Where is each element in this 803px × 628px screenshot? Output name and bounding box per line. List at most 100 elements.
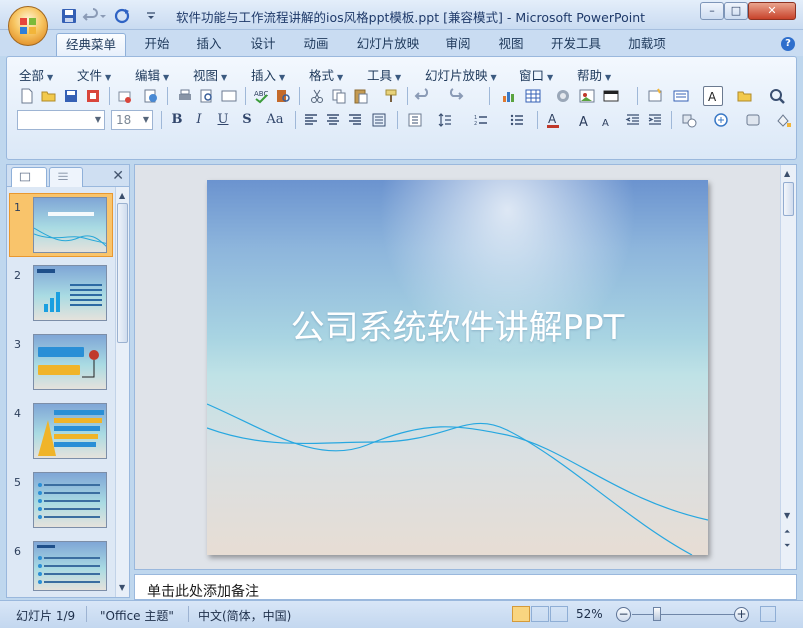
zoom-slider-thumb[interactable] bbox=[653, 607, 661, 621]
fit-to-window-icon[interactable] bbox=[760, 606, 776, 622]
menu-slide-show[interactable]: 幻灯片放映 ▼ bbox=[425, 65, 497, 84]
clip-art-icon[interactable] bbox=[553, 86, 573, 106]
font-name-combo[interactable]: ▼ bbox=[17, 110, 105, 130]
spelling-icon[interactable]: ABC bbox=[251, 86, 271, 106]
bullets-icon[interactable] bbox=[507, 110, 527, 130]
minimize-button[interactable]: – bbox=[700, 2, 724, 20]
menu-format[interactable]: 格式 ▼ bbox=[309, 65, 343, 84]
copy-icon[interactable] bbox=[329, 86, 349, 106]
research-icon[interactable] bbox=[273, 86, 293, 106]
format-painter-icon[interactable] bbox=[381, 86, 401, 106]
office-button[interactable] bbox=[8, 6, 48, 46]
scroll-up-icon[interactable]: ▲ bbox=[119, 191, 125, 200]
folder-open-icon[interactable] bbox=[735, 86, 755, 106]
shrink-font-icon[interactable]: A bbox=[597, 110, 617, 130]
text-direction-icon[interactable] bbox=[405, 110, 425, 130]
tab-add-ins[interactable]: 加载项 bbox=[620, 33, 674, 56]
new-document-icon[interactable] bbox=[17, 86, 37, 106]
text-box-icon[interactable]: A bbox=[703, 86, 723, 106]
justify-icon[interactable] bbox=[369, 110, 389, 130]
numbering-icon[interactable]: 12 bbox=[471, 110, 491, 130]
change-case-button[interactable]: Aa bbox=[261, 110, 289, 130]
menu-file[interactable]: 文件 ▼ bbox=[77, 65, 111, 84]
tab-outline[interactable] bbox=[49, 167, 83, 187]
zoom-slider[interactable] bbox=[632, 614, 738, 615]
help-icon[interactable]: ? bbox=[781, 37, 795, 51]
save-icon[interactable] bbox=[61, 86, 81, 106]
picture-icon[interactable] bbox=[577, 86, 597, 106]
scroll-down-icon[interactable]: ▼ bbox=[784, 511, 790, 520]
print-preview-icon[interactable] bbox=[197, 86, 217, 106]
grow-font-icon[interactable]: A bbox=[575, 110, 595, 130]
slide-thumbnail-4[interactable] bbox=[33, 403, 107, 459]
slide-design-icon[interactable] bbox=[601, 86, 621, 106]
slide-thumbnail-2[interactable] bbox=[33, 265, 107, 321]
maximize-button[interactable]: □ bbox=[724, 2, 748, 20]
tab-slides[interactable] bbox=[11, 167, 47, 187]
scrollbar-thumb[interactable] bbox=[117, 203, 128, 343]
shapes-icon[interactable] bbox=[679, 110, 699, 130]
scrollbar-thumb[interactable] bbox=[783, 182, 794, 216]
permission-icon[interactable] bbox=[83, 86, 103, 106]
tab-classic-menu[interactable]: 经典菜单 bbox=[56, 33, 126, 56]
slide-thumbnail-1[interactable] bbox=[33, 197, 107, 253]
tab-design[interactable]: 设计 bbox=[240, 33, 286, 56]
increase-indent-icon[interactable] bbox=[645, 110, 665, 130]
new-slide-icon[interactable] bbox=[645, 86, 665, 106]
normal-view-icon[interactable] bbox=[512, 606, 530, 622]
zoom-in-icon[interactable]: + bbox=[734, 607, 749, 622]
email-icon[interactable] bbox=[115, 86, 135, 106]
menu-all[interactable]: 全部 ▼ bbox=[19, 65, 53, 84]
slide-show-view-icon[interactable] bbox=[550, 606, 568, 622]
zoom-level[interactable]: 52% bbox=[576, 607, 603, 621]
paste-icon[interactable] bbox=[351, 86, 371, 106]
next-slide-icon[interactable]: ⏷ bbox=[784, 541, 790, 551]
slide-scrollbar[interactable]: ▲ ▼ ⏶ ⏷ bbox=[780, 165, 796, 569]
slide-thumbnail-3[interactable] bbox=[33, 334, 107, 390]
chart-icon[interactable] bbox=[499, 86, 519, 106]
notes-pane[interactable]: 单击此处添加备注 bbox=[134, 574, 797, 600]
tab-insert[interactable]: 插入 bbox=[188, 33, 230, 56]
italic-button[interactable]: I bbox=[189, 110, 209, 130]
scroll-down-icon[interactable]: ▼ bbox=[119, 583, 125, 592]
table-icon[interactable] bbox=[523, 86, 543, 106]
undo-icon[interactable] bbox=[413, 86, 433, 106]
find-icon[interactable] bbox=[767, 86, 787, 106]
font-size-combo[interactable]: 18 ▼ bbox=[111, 110, 153, 130]
customize-qat-icon[interactable] bbox=[145, 7, 157, 25]
slide-title[interactable]: 公司系统软件讲解PPT bbox=[207, 300, 708, 349]
underline-button[interactable]: U bbox=[213, 110, 233, 130]
save-icon[interactable] bbox=[60, 7, 78, 25]
menu-edit[interactable]: 编辑 ▼ bbox=[135, 65, 169, 84]
align-left-icon[interactable] bbox=[301, 110, 321, 130]
close-pane-icon[interactable]: ✕ bbox=[112, 168, 124, 184]
align-center-icon[interactable] bbox=[323, 110, 343, 130]
font-color-icon[interactable]: A bbox=[543, 110, 563, 130]
notes-placeholder[interactable]: 单击此处添加备注 bbox=[147, 581, 259, 601]
slide-sorter-view-icon[interactable] bbox=[531, 606, 549, 622]
current-slide[interactable]: 公司系统软件讲解PPT bbox=[207, 180, 708, 555]
undo-dropdown-icon[interactable] bbox=[98, 7, 108, 25]
menu-window[interactable]: 窗口 ▼ bbox=[519, 65, 553, 84]
tab-review[interactable]: 审阅 bbox=[436, 33, 480, 56]
publish-icon[interactable] bbox=[141, 86, 161, 106]
open-folder-icon[interactable] bbox=[39, 86, 59, 106]
layout-icon[interactable] bbox=[219, 86, 239, 106]
layout-slide-icon[interactable] bbox=[671, 86, 691, 106]
slide-thumbnail-6[interactable] bbox=[33, 541, 107, 591]
tab-developer[interactable]: 开发工具 bbox=[544, 33, 608, 56]
tab-view[interactable]: 视图 bbox=[490, 33, 532, 56]
slide-thumbnail-5[interactable] bbox=[33, 472, 107, 528]
cut-icon[interactable] bbox=[307, 86, 327, 106]
menu-tools[interactable]: 工具 ▼ bbox=[367, 65, 401, 84]
redo-icon[interactable] bbox=[113, 7, 131, 25]
tab-home[interactable]: 开始 bbox=[136, 33, 178, 56]
redo-icon[interactable] bbox=[445, 86, 465, 106]
tab-animations[interactable]: 动画 bbox=[294, 33, 338, 56]
shape-fill-icon[interactable] bbox=[773, 110, 793, 130]
align-right-icon[interactable] bbox=[345, 110, 365, 130]
language-indicator[interactable]: 中文(简体，中国) bbox=[198, 607, 291, 624]
thumbnails-scrollbar[interactable]: ▲ ▼ bbox=[115, 187, 129, 597]
bold-button[interactable]: B bbox=[167, 110, 187, 130]
menu-insert[interactable]: 插入 ▼ bbox=[251, 65, 285, 84]
